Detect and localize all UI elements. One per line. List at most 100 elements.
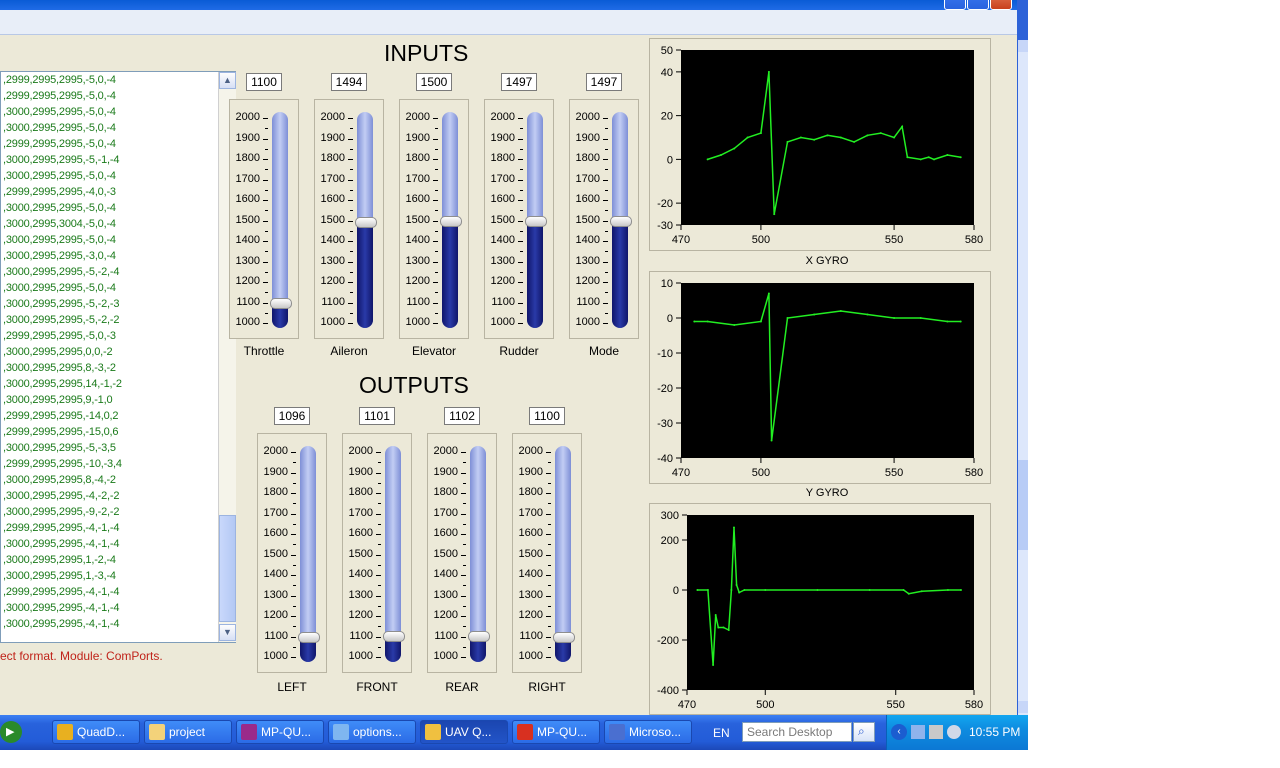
- device-icon[interactable]: [929, 725, 943, 739]
- slider-knob[interactable]: [355, 216, 377, 228]
- start-button[interactable]: ▶: [0, 721, 22, 743]
- taskbar-button[interactable]: MP-QU...: [236, 720, 324, 744]
- outer-scroll-down-button[interactable]: [1018, 701, 1028, 713]
- scale-minor-tick: [265, 230, 268, 232]
- scale-tick-mark: [603, 220, 608, 222]
- scale-tick-mark: [546, 554, 551, 556]
- scale-tick-label: 1900: [405, 131, 430, 144]
- scale-tick-mark: [433, 220, 438, 222]
- inputs-value-mode[interactable]: 1497: [586, 73, 622, 91]
- series-point: [813, 313, 816, 316]
- outputs-value-right[interactable]: 1100: [529, 407, 565, 425]
- scale-tick-label: 1800: [518, 486, 543, 498]
- inputs-value-rudder[interactable]: 1497: [501, 73, 537, 91]
- scale-minor-tick: [378, 482, 381, 484]
- slider-fill: [527, 221, 543, 328]
- scale-tick-mark: [433, 241, 438, 242]
- outputs-value-left[interactable]: 1096: [274, 407, 310, 425]
- scale-tick-mark: [603, 118, 608, 119]
- scale-tick-mark: [518, 261, 523, 263]
- x-tick-label: 580: [965, 234, 983, 246]
- slider-knob[interactable]: [270, 297, 292, 309]
- x-tick-label: 500: [756, 699, 774, 711]
- scale-minor-tick: [350, 292, 353, 294]
- scale-tick-mark: [348, 241, 353, 242]
- scale-tick-mark: [546, 575, 551, 576]
- slider-knob[interactable]: [440, 215, 462, 227]
- scale-tick-mark: [348, 118, 353, 119]
- scale-tick-label: 1100: [236, 295, 260, 308]
- serial-log-list[interactable]: ,2999,2995,2995,-5,0,-4 ,2999,2995,2995,-…: [0, 71, 236, 643]
- taskbar-button[interactable]: Microso...: [604, 720, 692, 744]
- close-button[interactable]: [990, 0, 1012, 10]
- scale-minor-tick: [548, 646, 551, 648]
- scale-tick-mark: [433, 261, 438, 263]
- log-line: ,3000,2995,2995,-5,0,-4: [3, 170, 116, 182]
- scale-tick-label: 1900: [235, 131, 260, 144]
- slider-knob[interactable]: [383, 631, 405, 643]
- inputs-value-aileron[interactable]: 1494: [331, 73, 367, 91]
- outputs-value-front[interactable]: 1101: [359, 407, 395, 425]
- log-line: ,3000,2995,2995,-4,-1,-4: [3, 602, 120, 614]
- scale-minor-tick: [265, 128, 268, 130]
- slider-knob[interactable]: [525, 216, 547, 228]
- scale-tick-label: 1600: [490, 193, 515, 205]
- outer-scrollbar[interactable]: [1018, 40, 1028, 715]
- series-point: [786, 140, 789, 143]
- inputs-slider-elevator[interactable]: 2000 1900 1800 1700 1600 1500 1400 1300 1200 1100…: [399, 99, 469, 339]
- inputs-value-throttle[interactable]: 1100: [246, 73, 282, 91]
- taskbar-button[interactable]: MP-QU...: [512, 720, 600, 744]
- series-point: [933, 158, 936, 161]
- y-tick-label: 0: [667, 154, 673, 166]
- log-line: ,3000,2995,2995,-5,0,-4: [3, 106, 116, 118]
- inputs-heading: INPUTS: [384, 40, 469, 66]
- scale-tick-label: 1200: [320, 275, 345, 287]
- taskbar-button-label: Microso...: [629, 725, 682, 739]
- taskbar-button[interactable]: options...: [328, 720, 416, 744]
- series-point: [901, 125, 904, 128]
- outer-scroll-up-button[interactable]: [1018, 40, 1028, 52]
- scroll-down-button[interactable]: ▼: [219, 624, 236, 641]
- scale-tick-mark: [291, 452, 296, 453]
- scale-tick-label: 1300: [320, 254, 345, 267]
- outer-scroll-thumb[interactable]: [1018, 460, 1028, 550]
- log-line: ,3000,2995,2995,8,-3,-2: [3, 362, 116, 374]
- slider-knob[interactable]: [298, 632, 320, 644]
- scale-minor-tick: [463, 564, 466, 566]
- inputs-slider-aileron[interactable]: 2000 1900 1800 1700 1600 1500 1400 1300 1200 1100…: [314, 99, 384, 339]
- taskbar-button[interactable]: project: [144, 720, 232, 744]
- minimize-button[interactable]: [944, 0, 966, 10]
- volume-icon[interactable]: [947, 725, 961, 739]
- maximize-button[interactable]: [967, 0, 989, 10]
- outputs-slider-right[interactable]: 2000 1900 1800 1700 1600 1500 1400 1300 1200 1100…: [512, 433, 582, 673]
- scale-tick-mark: [291, 616, 296, 617]
- outputs-slider-left[interactable]: 2000 1900 1800 1700 1600 1500 1400 1300 1200 1100…: [257, 433, 327, 673]
- scale-minor-tick: [548, 462, 551, 464]
- series-point: [946, 154, 949, 156]
- outputs-slider-rear[interactable]: 2000 1900 1800 1700 1600 1500 1400 1300 1200 1100…: [427, 433, 497, 673]
- search-button[interactable]: ⌕: [853, 722, 875, 742]
- scroll-up-button[interactable]: ▲: [219, 72, 236, 89]
- desktop-search-input[interactable]: Search Desktop: [742, 722, 852, 742]
- outputs-slider-front[interactable]: 2000 1900 1800 1700 1600 1500 1400 1300 1200 1100…: [342, 433, 412, 673]
- outputs-value-rear[interactable]: 1102: [444, 407, 480, 425]
- outputs-label-right: RIGHT: [528, 680, 566, 694]
- scale-tick-mark: [433, 302, 438, 304]
- inputs-slider-mode[interactable]: 2000 1900 1800 1700 1600 1500 1400 1300 1200 1100…: [569, 99, 639, 339]
- language-indicator[interactable]: EN: [713, 726, 730, 740]
- taskbar-button[interactable]: UAV Q...: [420, 720, 508, 744]
- inputs-value-elevator[interactable]: 1500: [416, 73, 452, 91]
- taskbar-button[interactable]: QuadD...: [52, 720, 140, 744]
- inputs-slider-throttle[interactable]: 2000 1900 1800 1700 1600 1500 1400 1300 1200 1100…: [229, 99, 299, 339]
- scale-minor-tick: [605, 189, 608, 191]
- inputs-slider-rudder[interactable]: 2000 1900 1800 1700 1600 1500 1400 1300 1200 1100…: [484, 99, 554, 339]
- clock[interactable]: 10:55 PM: [969, 725, 1020, 739]
- slider-knob[interactable]: [468, 631, 490, 643]
- slider-knob[interactable]: [553, 631, 575, 643]
- scroll-thumb[interactable]: [219, 515, 236, 622]
- network-icon[interactable]: [911, 725, 925, 739]
- scale-minor-tick: [435, 230, 438, 232]
- slider-knob[interactable]: [610, 216, 632, 228]
- scale-tick-label: 1100: [434, 629, 458, 642]
- chevron-left-icon[interactable]: ‹: [891, 724, 907, 740]
